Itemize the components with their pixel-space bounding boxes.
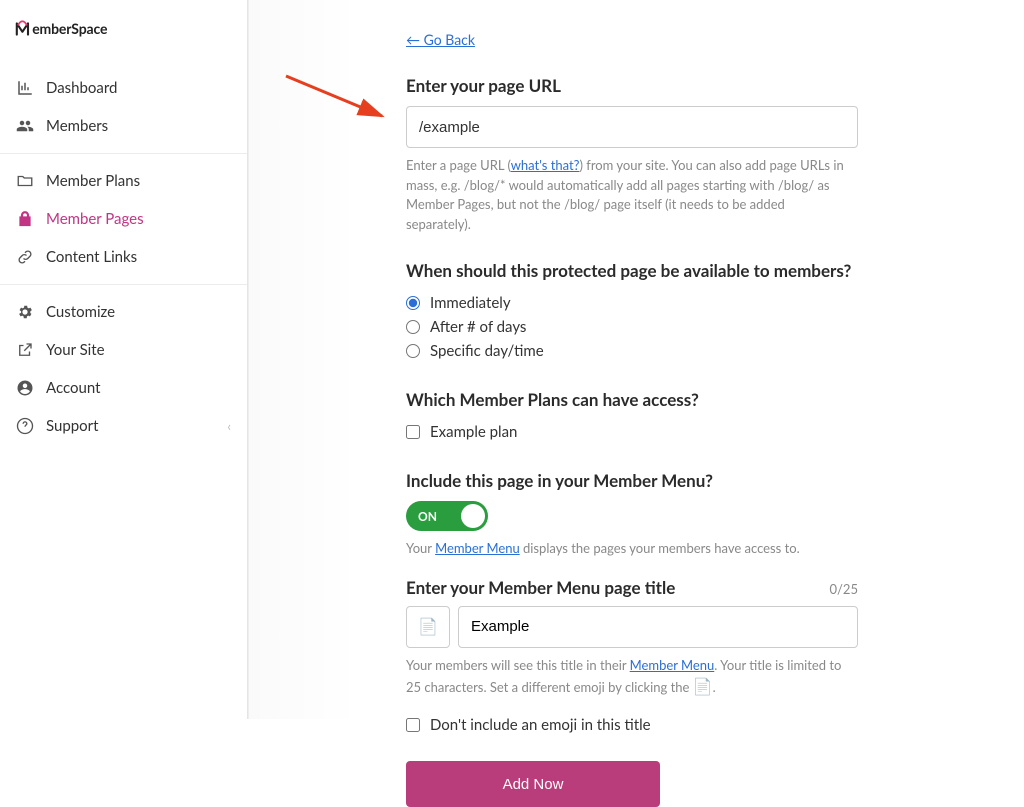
external-link-icon [16, 341, 34, 359]
sidebar-item-account[interactable]: Account [0, 369, 247, 407]
sidebar-item-label: Member Pages [46, 210, 144, 228]
sidebar-item-content-links[interactable]: Content Links [0, 238, 247, 276]
sidebar-item-label: Member Plans [46, 172, 140, 190]
folder-icon [16, 172, 34, 190]
radio-input-specific-day[interactable] [406, 344, 420, 358]
url-helper-text: Enter a page URL (what's that?) from you… [406, 156, 846, 234]
no-emoji-checkbox[interactable] [406, 718, 420, 732]
radio-label: Specific day/time [430, 342, 544, 360]
sidebar-item-label: Your Site [46, 341, 105, 359]
svg-text:emberSpace: emberSpace [32, 20, 108, 37]
main-content: ← Go Back Enter your page URL Enter a pa… [360, 0, 1024, 807]
sidebar-item-your-site[interactable]: Your Site [0, 331, 247, 369]
page-emoji-icon: 📄 [418, 617, 438, 636]
section-title-availability: When should this protected page be avail… [406, 260, 978, 281]
radio-input-after-days[interactable] [406, 320, 420, 334]
section-page-title: Enter your Member Menu page title 0/25 📄… [406, 577, 978, 738]
page-url-input[interactable] [406, 106, 858, 148]
brand-logo: emberSpace [0, 0, 247, 67]
section-plans: Which Member Plans can have access? Exam… [406, 389, 978, 444]
sidebar-item-label: Content Links [46, 248, 137, 266]
sidebar-item-label: Members [46, 117, 108, 135]
radio-label: Immediately [430, 294, 511, 312]
sidebar: emberSpace Dashboard Members Member Plan… [0, 0, 248, 719]
sidebar-item-label: Customize [46, 303, 115, 321]
no-emoji-checkbox-row[interactable]: Don't include an emoji in this title [406, 713, 978, 737]
chart-icon [16, 79, 34, 97]
member-menu-toggle[interactable]: ON [406, 501, 488, 531]
member-menu-link[interactable]: Member Menu [435, 540, 520, 556]
gear-icon [16, 303, 34, 321]
sidebar-item-label: Account [46, 379, 101, 397]
radio-immediately[interactable]: Immediately [406, 291, 978, 315]
section-title-url: Enter your page URL [406, 75, 978, 96]
content-shadow [248, 0, 360, 719]
go-back-link[interactable]: ← Go Back [406, 31, 475, 48]
section-page-url: Enter your page URL Enter a page URL (wh… [406, 75, 978, 234]
char-count: 0/25 [830, 581, 859, 597]
user-circle-icon [16, 379, 34, 397]
link-icon [16, 248, 34, 266]
radio-label: After # of days [430, 318, 526, 336]
sidebar-item-label: Dashboard [46, 79, 117, 97]
page-emoji-icon-inline: 📄 [693, 677, 713, 696]
sidebar-item-customize[interactable]: Customize [0, 293, 247, 331]
section-availability: When should this protected page be avail… [406, 260, 978, 363]
sidebar-item-label: Support [46, 417, 99, 435]
toggle-knob [461, 504, 485, 528]
radio-input-immediately[interactable] [406, 296, 420, 310]
chevron-left-icon: ‹ [227, 418, 231, 434]
toggle-label: ON [418, 509, 437, 524]
plan-checkbox[interactable] [406, 425, 420, 439]
menu-helper-text: Your Member Menu displays the pages your… [406, 539, 846, 559]
title-helper-text: Your members will see this title in thei… [406, 656, 846, 700]
help-circle-icon [16, 417, 34, 435]
plan-checkbox-row[interactable]: Example plan [406, 420, 978, 444]
sidebar-item-support[interactable]: Support ‹ [0, 407, 247, 445]
radio-specific-day[interactable]: Specific day/time [406, 339, 978, 363]
radio-after-days[interactable]: After # of days [406, 315, 978, 339]
lock-icon [16, 210, 34, 228]
emoji-picker-button[interactable]: 📄 [406, 606, 450, 648]
sidebar-item-dashboard[interactable]: Dashboard [0, 69, 247, 107]
users-icon [16, 117, 34, 135]
plan-label: Example plan [430, 423, 517, 441]
section-title-page-title: Enter your Member Menu page title [406, 577, 675, 598]
sidebar-item-member-pages[interactable]: Member Pages [0, 200, 247, 238]
section-title-menu: Include this page in your Member Menu? [406, 470, 978, 491]
section-member-menu: Include this page in your Member Menu? O… [406, 470, 978, 559]
memberspace-logo-icon: emberSpace [14, 18, 154, 40]
nav-divider [0, 153, 247, 154]
member-menu-link-2[interactable]: Member Menu [630, 657, 715, 673]
section-title-plans: Which Member Plans can have access? [406, 389, 978, 410]
sidebar-item-member-plans[interactable]: Member Plans [0, 162, 247, 200]
nav-divider [0, 284, 247, 285]
add-now-button[interactable]: Add Now [406, 761, 660, 807]
whats-that-link[interactable]: what's that? [511, 157, 580, 173]
page-title-input[interactable] [458, 606, 858, 648]
sidebar-item-members[interactable]: Members [0, 107, 247, 145]
